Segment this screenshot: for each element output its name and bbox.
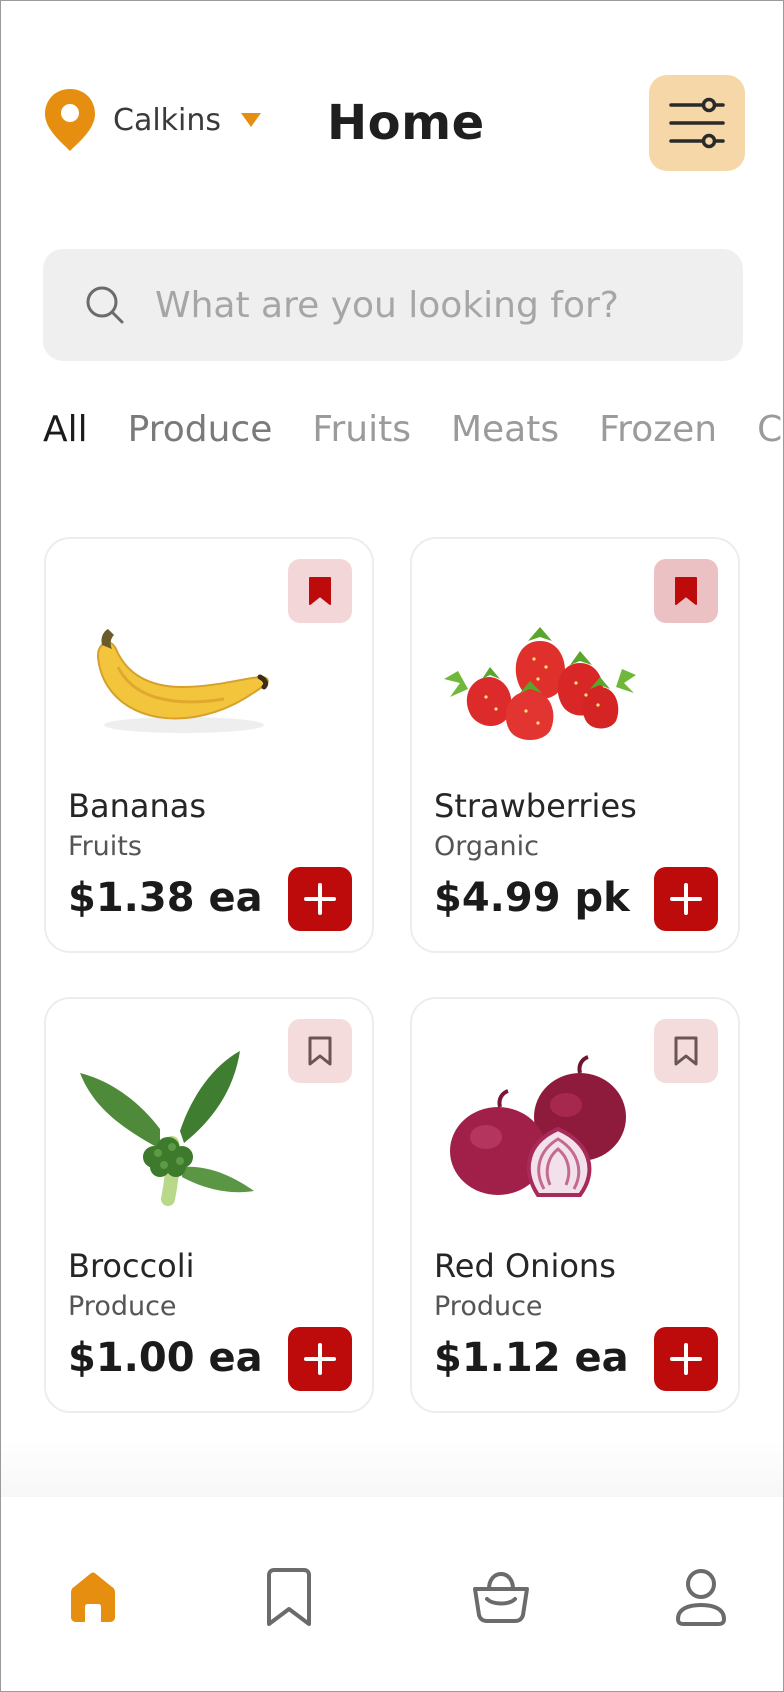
bookmark-button[interactable]	[288, 1019, 352, 1083]
product-image-bananas	[64, 579, 284, 749]
add-to-cart-button[interactable]	[654, 867, 718, 931]
nav-cart[interactable]	[461, 1557, 541, 1637]
search-bar[interactable]	[43, 249, 743, 361]
product-price: $1.38 ea	[68, 875, 263, 921]
product-card-red-onions[interactable]: Red Onions Produce $1.12 ea	[410, 997, 740, 1413]
bookmark-icon	[267, 1568, 311, 1626]
nav-home[interactable]	[53, 1557, 133, 1637]
product-price: $1.12 ea	[434, 1335, 629, 1381]
caret-down-icon	[241, 113, 262, 127]
nav-profile[interactable]	[661, 1557, 741, 1637]
map-pin-icon	[45, 89, 95, 151]
product-name: Red Onions	[434, 1247, 616, 1285]
tab-produce[interactable]: Produce	[128, 409, 273, 459]
product-name: Broccoli	[68, 1247, 195, 1285]
bookmark-button[interactable]	[654, 1019, 718, 1083]
product-image-broccoli	[64, 1039, 284, 1209]
product-category: Produce	[434, 1291, 543, 1322]
app-screen: Calkins Home What are you looking for? A…	[0, 0, 784, 1692]
bookmark-outline-icon	[674, 1036, 698, 1066]
bookmark-button[interactable]	[654, 559, 718, 623]
category-tabs: All Produce Fruits Meats Frozen C	[43, 409, 783, 459]
product-category: Produce	[68, 1291, 177, 1322]
bottom-nav	[1, 1497, 783, 1691]
header: Calkins Home	[1, 1, 783, 201]
product-name: Strawberries	[434, 787, 637, 825]
profile-icon	[676, 1569, 726, 1626]
add-to-cart-button[interactable]	[654, 1327, 718, 1391]
search-icon	[86, 286, 124, 324]
tab-meats[interactable]: Meats	[451, 409, 559, 459]
product-category: Fruits	[68, 831, 142, 862]
tab-more-partial[interactable]: C	[757, 409, 782, 459]
product-price: $1.00 ea	[68, 1335, 263, 1381]
tab-frozen[interactable]: Frozen	[599, 409, 717, 459]
plus-icon	[304, 883, 336, 915]
bookmark-filled-icon	[309, 577, 331, 605]
home-icon	[71, 1572, 115, 1622]
nav-shadow	[1, 1441, 783, 1497]
plus-icon	[304, 1343, 336, 1375]
tab-all[interactable]: All	[43, 409, 88, 459]
tab-fruits[interactable]: Fruits	[312, 409, 411, 459]
product-card-strawberries[interactable]: Strawberries Organic $4.99 pk	[410, 537, 740, 953]
search-input[interactable]	[153, 283, 717, 327]
add-to-cart-button[interactable]	[288, 867, 352, 931]
product-category: Organic	[434, 831, 540, 862]
add-to-cart-button[interactable]	[288, 1327, 352, 1391]
basket-icon	[473, 1571, 529, 1623]
location-selector[interactable]: Calkins	[43, 87, 262, 153]
location-label: Calkins	[113, 102, 222, 138]
product-image-red-onions	[430, 1039, 650, 1209]
bookmark-filled-icon	[675, 577, 697, 605]
product-price: $4.99 pk	[434, 875, 630, 921]
product-name: Bananas	[68, 787, 207, 825]
bookmark-button[interactable]	[288, 559, 352, 623]
product-image-strawberries	[430, 579, 650, 749]
product-card-broccoli[interactable]: Broccoli Produce $1.00 ea	[44, 997, 374, 1413]
filter-button[interactable]	[649, 75, 745, 171]
plus-icon	[670, 1343, 702, 1375]
bookmark-outline-icon	[308, 1036, 332, 1066]
product-card-bananas[interactable]: Bananas Fruits $1.38 ea	[44, 537, 374, 953]
sliders-icon	[669, 97, 725, 149]
nav-saved[interactable]	[249, 1557, 329, 1637]
plus-icon	[670, 883, 702, 915]
page-title: Home	[327, 95, 485, 151]
